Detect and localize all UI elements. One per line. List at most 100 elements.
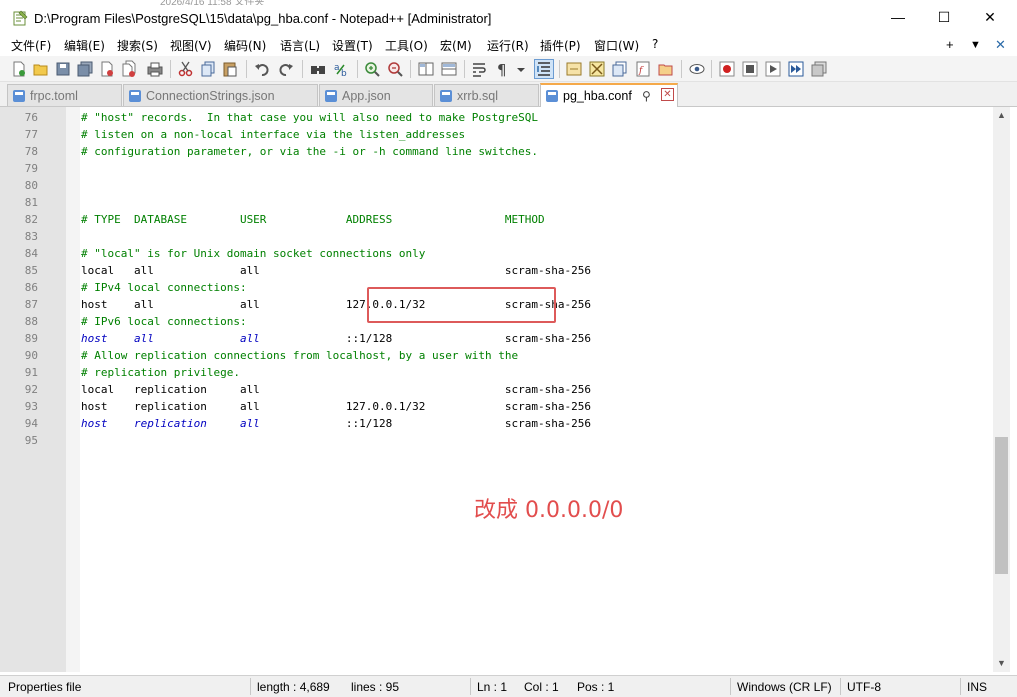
zoom-in-icon[interactable] [363,60,381,78]
menu-help[interactable]: ? [652,37,658,51]
status-col: Col : 1 [524,680,559,694]
sync-horizontal-icon[interactable] [440,60,458,78]
print-icon[interactable] [146,60,164,78]
function-list-icon[interactable]: f [634,60,652,78]
line-number: 82 [24,213,38,226]
stop-macro-icon[interactable] [741,60,759,78]
copy-icon[interactable] [199,60,217,78]
status-lines: lines : 95 [351,680,400,694]
fold-margin [66,107,80,672]
status-eol: Windows (CR LF) [737,680,832,694]
record-macro-icon[interactable] [718,60,736,78]
menu-search[interactable]: 搜索(S) [117,37,158,54]
paste-icon[interactable] [221,60,239,78]
find-icon[interactable] [309,60,327,78]
close-tab-icon[interactable]: ✕ [661,88,674,101]
play-macro-icon[interactable] [764,60,782,78]
line-number: 79 [24,162,38,175]
open-folder-icon[interactable] [32,60,50,78]
tab-connectionstrings-json[interactable]: ConnectionStrings.json [123,84,318,106]
toolbar-separator [302,60,303,78]
line-number: 80 [24,179,38,192]
line-number: 78 [24,145,38,158]
title-bar: 2026/4/16 11:58 文件夹 D:\Program Files\Pos… [0,0,1017,34]
file-tab-icon [13,90,25,102]
replace-icon[interactable]: ab [333,60,351,78]
run-macro-multiple-icon[interactable] [787,60,805,78]
scroll-thumb[interactable] [995,437,1008,574]
maximize-button[interactable]: ☐ [921,0,967,34]
minimize-button[interactable]: — [875,0,921,34]
code-token-plain: ::1/128 scram-sha-256 [345,332,591,345]
menu-macro[interactable]: 宏(M) [440,37,472,54]
editor-area[interactable]: 76 # "host" records. In that case you wi… [0,107,1017,672]
scroll-down-icon[interactable]: ▼ [993,655,1010,672]
doc-list-icon[interactable] [611,60,629,78]
toolbar-separator [464,60,465,78]
code-line: # "host" records. In that case you will … [81,111,538,124]
new-tab-button[interactable]: + [946,37,954,52]
close-icon[interactable] [98,60,116,78]
notepadpp-app-icon [13,10,28,26]
undo-icon[interactable] [253,60,271,78]
monitor-icon[interactable] [688,60,706,78]
redo-icon[interactable] [277,60,295,78]
file-tab-icon [440,90,452,102]
tab-xrrb-sql[interactable]: xrrb.sql [434,84,539,106]
close-all-icon[interactable] [120,60,138,78]
menu-plugins[interactable]: 插件(P) [540,37,581,54]
menu-language[interactable]: 语言(L) [280,37,320,54]
menu-run[interactable]: 运行(R) [487,37,529,54]
cut-icon[interactable] [177,60,195,78]
new-file-icon[interactable] [10,60,28,78]
line-number: 83 [24,230,38,243]
dropdown-icon[interactable] [515,60,527,78]
code-line: local replication all scram-sha-256 [81,383,591,396]
line-number: 95 [24,434,38,447]
close-window-button[interactable]: ✕ [967,0,1013,34]
toolbar-separator [559,60,560,78]
code-token-keyword: host all all [81,332,346,345]
code-line: # configuration parameter, or via the -i… [81,145,538,158]
word-wrap-icon[interactable] [471,60,489,78]
zoom-out-icon[interactable] [386,60,404,78]
status-pos: Pos : 1 [577,680,615,694]
scroll-up-icon[interactable]: ▲ [993,107,1010,124]
show-all-chars-icon[interactable]: ¶ [494,60,512,78]
tab-frpc-toml[interactable]: frpc.toml [7,84,122,106]
line-number: 76 [24,111,38,124]
tab-pg-hba-conf[interactable]: pg_hba.conf ⚲ ✕ [540,83,678,107]
menu-settings[interactable]: 设置(T) [332,37,373,54]
code-line: # IPv6 local connections: [81,315,247,328]
menu-encoding[interactable]: 编码(N) [224,37,266,54]
line-number: 93 [24,400,38,413]
tab-bar: frpc.toml ConnectionStrings.json App.jso… [0,82,1017,107]
save-icon[interactable] [54,60,72,78]
line-number: 84 [24,247,38,260]
menu-window[interactable]: 窗口(W) [594,37,639,54]
close-document-button[interactable]: ✕ [995,37,1006,53]
toolbar-separator [410,60,411,78]
pin-icon[interactable]: ⚲ [642,89,651,103]
sync-vertical-icon[interactable] [417,60,435,78]
tab-app-json[interactable]: App.json [319,84,433,106]
status-bar: Properties file length : 4,689 lines : 9… [0,675,1017,697]
menu-view[interactable]: 视图(V) [170,37,212,54]
save-macro-icon[interactable] [810,60,828,78]
save-all-icon[interactable] [76,60,94,78]
menu-bar: 文件(F) 编辑(E) 搜索(S) 视图(V) 编码(N) 语言(L) 设置(T… [0,34,1017,56]
indent-guide-icon[interactable] [534,59,554,79]
file-tab-icon [325,90,337,102]
status-separator [960,678,961,695]
menu-file[interactable]: 文件(F) [11,37,51,54]
file-tab-icon [129,90,141,102]
menu-tools[interactable]: 工具(O) [385,37,428,54]
toolbar-separator [357,60,358,78]
tab-list-dropdown-button[interactable]: ▼ [970,39,981,51]
doc-map-icon[interactable] [588,60,606,78]
udl-icon[interactable] [565,60,583,78]
vertical-scrollbar[interactable]: ▲ ▼ [993,107,1010,672]
folder-workspace-icon[interactable] [657,60,675,78]
menu-edit[interactable]: 编辑(E) [64,37,105,54]
code-line: host replication all ::1/128 scram-sha-2… [81,415,591,432]
